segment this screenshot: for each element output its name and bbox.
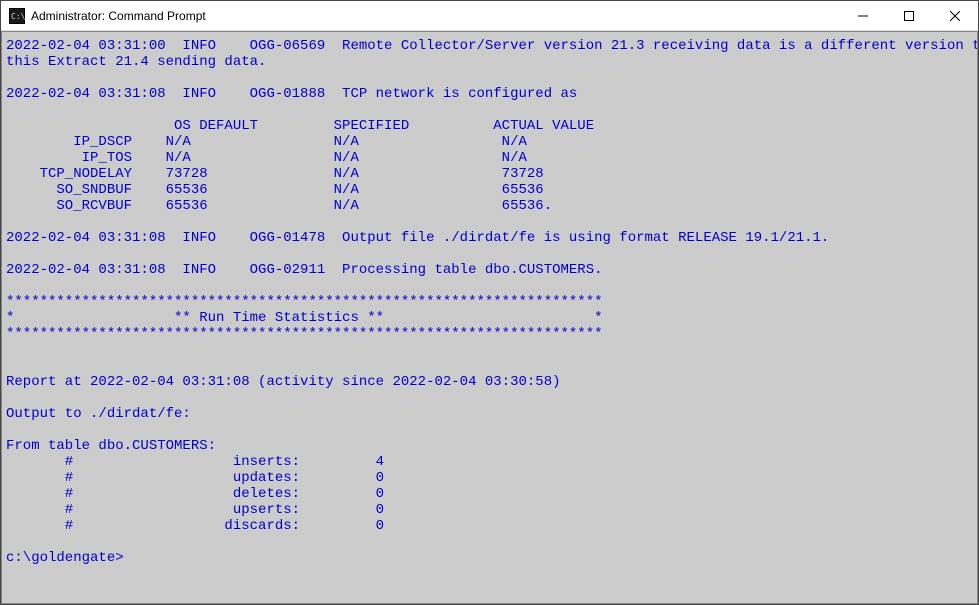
minimize-icon (858, 11, 868, 21)
log-line: this Extract 21.4 sending data. (6, 54, 266, 70)
log-line: 2022-02-04 03:31:08 INFO OGG-01478 Outpu… (6, 230, 829, 246)
window-frame: C:\ Administrator: Command Prompt 2022-0… (0, 0, 979, 605)
maximize-button[interactable] (886, 1, 932, 31)
terminal-area[interactable]: 2022-02-04 03:31:00 INFO OGG-06569 Remot… (1, 31, 978, 604)
log-line: 2022-02-04 03:31:00 INFO OGG-06569 Remot… (6, 38, 978, 54)
svg-text:C:\: C:\ (11, 12, 25, 21)
log-line: ****************************************… (6, 294, 603, 310)
window-title: Administrator: Command Prompt (31, 9, 206, 23)
close-icon (950, 11, 960, 21)
minimize-button[interactable] (840, 1, 886, 31)
log-line: ****************************************… (6, 326, 603, 342)
maximize-icon (904, 11, 914, 21)
prompt-line: c:\goldengate> (6, 550, 124, 566)
log-line: # upserts: 0 (6, 502, 384, 518)
log-line: # updates: 0 (6, 470, 384, 486)
log-line: # discards: 0 (6, 518, 384, 534)
log-line: OS DEFAULT SPECIFIED ACTUAL VALUE (6, 118, 594, 134)
close-button[interactable] (932, 1, 978, 31)
log-line: SO_SNDBUF 65536 N/A 65536 (6, 182, 544, 198)
cmd-icon: C:\ (9, 8, 25, 24)
terminal-output: 2022-02-04 03:31:00 INFO OGG-06569 Remot… (6, 38, 971, 566)
log-line: # inserts: 4 (6, 454, 384, 470)
log-line: From table dbo.CUSTOMERS: (6, 438, 216, 454)
log-line: 2022-02-04 03:31:08 INFO OGG-01888 TCP n… (6, 86, 577, 102)
log-line: Output to ./dirdat/fe: (6, 406, 191, 422)
log-line: # deletes: 0 (6, 486, 384, 502)
log-line: 2022-02-04 03:31:08 INFO OGG-02911 Proce… (6, 262, 603, 278)
log-line: SO_RCVBUF 65536 N/A 65536. (6, 198, 552, 214)
title-bar[interactable]: C:\ Administrator: Command Prompt (1, 1, 978, 31)
log-line: TCP_NODELAY 73728 N/A 73728 (6, 166, 544, 182)
log-line: IP_TOS N/A N/A N/A (6, 150, 527, 166)
log-line: Report at 2022-02-04 03:31:08 (activity … (6, 374, 561, 390)
log-line: * ** Run Time Statistics ** * (6, 310, 603, 326)
log-line: IP_DSCP N/A N/A N/A (6, 134, 527, 150)
